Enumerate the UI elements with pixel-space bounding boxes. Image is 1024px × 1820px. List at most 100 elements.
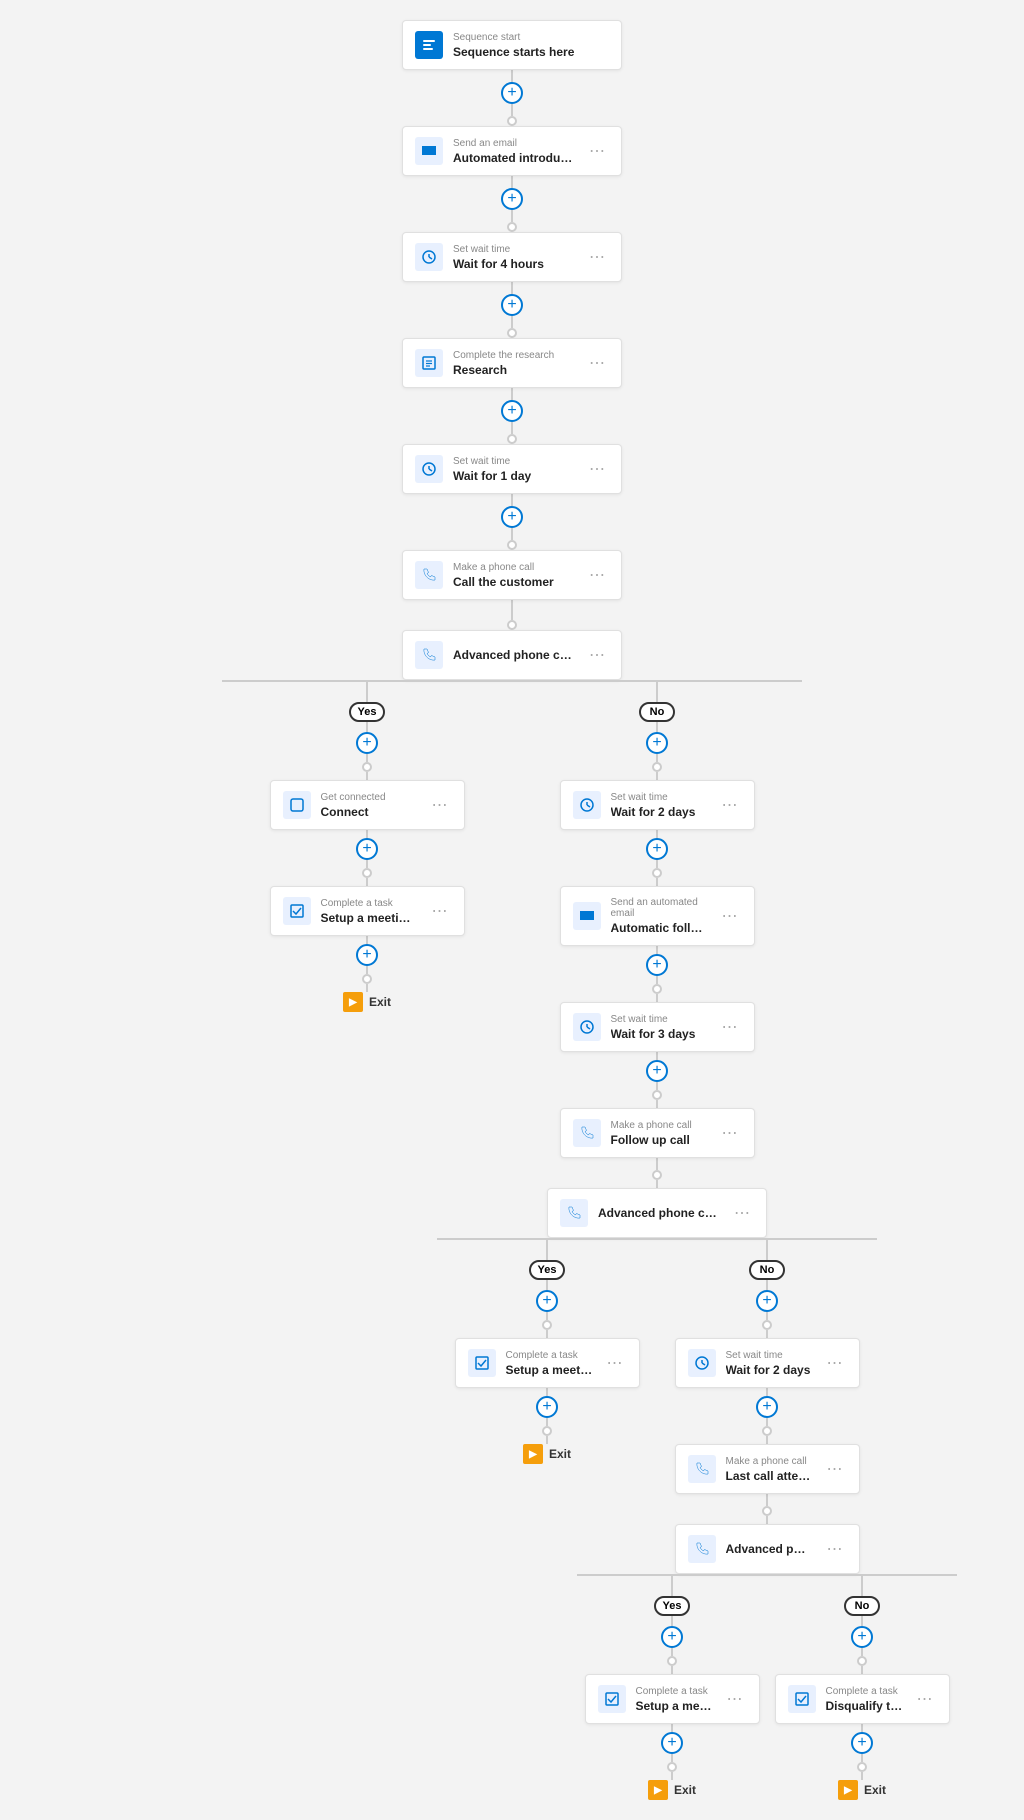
add-btn-2[interactable]: + <box>501 188 523 210</box>
task-setup-2-label: Complete a task <box>506 1350 593 1361</box>
add-btn-3[interactable]: + <box>501 294 523 316</box>
phone-condition-3-card: Advanced phone condition ⋯ <box>675 1524 860 1574</box>
add-btn-1[interactable]: + <box>501 82 523 104</box>
wait-icon-4 <box>573 1013 601 1041</box>
connect-text: Get connected Connect <box>321 792 418 819</box>
connector-2: + <box>501 176 523 232</box>
add-btn-yes-1b[interactable]: + <box>356 838 378 860</box>
auto-follow-email-menu[interactable]: ⋯ <box>718 904 742 928</box>
no-label-3: No <box>844 1596 880 1616</box>
wait-2d-2-card: Set wait time Wait for 2 days ⋯ <box>675 1338 860 1388</box>
auto-follow-email-label: Send an automated email <box>611 897 708 919</box>
branch-2-row: Yes + C <box>437 1240 877 1800</box>
wait-icon-5 <box>688 1349 716 1377</box>
add-btn-yes-1c[interactable]: + <box>356 944 378 966</box>
wait-2d-2-text: Set wait time Wait for 2 days <box>726 1350 813 1377</box>
wait-4h-card: Set wait time Wait for 4 hours ⋯ <box>402 232 622 282</box>
wait-2d-1-menu[interactable]: ⋯ <box>718 793 742 817</box>
wait-2d-1-title: Wait for 2 days <box>611 805 708 819</box>
add-btn-yes-3b[interactable]: + <box>661 1732 683 1754</box>
task-setup-2-card: Complete a task Setup a meeting and move… <box>455 1338 640 1388</box>
research-icon <box>415 349 443 377</box>
phone-condition-2-card: Advanced phone condition ⋯ <box>547 1188 767 1238</box>
phone-call-3-label: Make a phone call <box>726 1456 813 1467</box>
add-btn-no-1[interactable]: + <box>646 732 668 754</box>
phone-call-1-menu[interactable]: ⋯ <box>585 563 609 587</box>
task-setup-3-title: Setup a meeting and move to the next s..… <box>636 1699 713 1713</box>
phone-condition-3-menu[interactable]: ⋯ <box>823 1537 847 1561</box>
add-btn-5[interactable]: + <box>501 506 523 528</box>
wait-1d-menu[interactable]: ⋯ <box>585 457 609 481</box>
phone-call-1-title: Call the customer <box>453 575 575 589</box>
condition-icon-3 <box>688 1535 716 1563</box>
add-btn-yes-2[interactable]: + <box>536 1290 558 1312</box>
wait-2d-2-menu[interactable]: ⋯ <box>823 1351 847 1375</box>
sequence-start-text: Sequence start Sequence starts here <box>453 32 609 59</box>
task-setup-1-menu[interactable]: ⋯ <box>428 899 452 923</box>
add-btn-no-3b[interactable]: + <box>851 1732 873 1754</box>
condition-icon-2 <box>560 1199 588 1227</box>
add-btn-4[interactable]: + <box>501 400 523 422</box>
yes-label-3: Yes <box>654 1596 690 1616</box>
task-disqualify-card: Complete a task Disqualify the lead ⋯ <box>775 1674 950 1724</box>
phone-call-2-menu[interactable]: ⋯ <box>718 1121 742 1145</box>
exit-3-label: Exit <box>674 1783 696 1797</box>
connect-card: Get connected Connect ⋯ <box>270 780 465 830</box>
phone-call-1-text: Make a phone call Call the customer <box>453 562 575 589</box>
add-btn-no-2b[interactable]: + <box>756 1396 778 1418</box>
task-setup-3-label: Complete a task <box>636 1686 713 1697</box>
wait-2d-2-title: Wait for 2 days <box>726 1363 813 1377</box>
auto-email-icon <box>573 902 601 930</box>
exit-icon-3: ▶ <box>648 1780 668 1800</box>
wait-4h-text: Set wait time Wait for 4 hours <box>453 244 575 271</box>
wait-3d-label: Set wait time <box>611 1014 708 1025</box>
add-btn-yes-2b[interactable]: + <box>536 1396 558 1418</box>
add-btn-no-2[interactable]: + <box>756 1290 778 1312</box>
email-icon <box>415 137 443 165</box>
task-setup-2-menu[interactable]: ⋯ <box>603 1351 627 1375</box>
send-email-1-menu[interactable]: ⋯ <box>585 139 609 163</box>
task-setup-2-title: Setup a meeting and move to the next s..… <box>506 1363 593 1377</box>
wait-1d-label: Set wait time <box>453 456 575 467</box>
phone-call-3-title: Last call attempt <box>726 1469 813 1483</box>
connect-icon <box>283 791 311 819</box>
research-text: Complete the research Research <box>453 350 575 377</box>
phone-call-1-label: Make a phone call <box>453 562 575 573</box>
wait-2d-1-card: Set wait time Wait for 2 days ⋯ <box>560 780 755 830</box>
phone-icon-2 <box>573 1119 601 1147</box>
add-btn-no-3[interactable]: + <box>851 1626 873 1648</box>
exit-2-label: Exit <box>549 1447 571 1461</box>
add-btn-yes-1[interactable]: + <box>356 732 378 754</box>
task-disqualify-menu[interactable]: ⋯ <box>913 1687 937 1711</box>
wait-3d-menu[interactable]: ⋯ <box>718 1015 742 1039</box>
connect-menu[interactable]: ⋯ <box>428 793 452 817</box>
branch-no-3: No + <box>767 1576 957 1800</box>
exit-icon-4: ▶ <box>838 1780 858 1800</box>
send-email-1-title: Automated introductory email <box>453 151 575 165</box>
exit-3: ▶ Exit <box>648 1780 696 1800</box>
condition-icon-1 <box>415 641 443 669</box>
add-btn-no-1c[interactable]: + <box>646 954 668 976</box>
phone-condition-2-menu[interactable]: ⋯ <box>730 1201 754 1225</box>
auto-follow-email-text: Send an automated email Automatic follow… <box>611 897 708 935</box>
auto-follow-email-title: Automatic follow up email <box>611 921 708 935</box>
add-btn-no-1b[interactable]: + <box>646 838 668 860</box>
yes-label-1: Yes <box>349 702 385 722</box>
phone-call-3-menu[interactable]: ⋯ <box>823 1457 847 1481</box>
research-menu[interactable]: ⋯ <box>585 351 609 375</box>
task-setup-3-menu[interactable]: ⋯ <box>723 1687 747 1711</box>
wait-4h-menu[interactable]: ⋯ <box>585 245 609 269</box>
sequence-start-card: Sequence start Sequence starts here <box>402 20 622 70</box>
connector-3: + <box>501 282 523 338</box>
phone-condition-1-menu[interactable]: ⋯ <box>585 643 609 667</box>
wait-2d-1-text: Set wait time Wait for 2 days <box>611 792 708 819</box>
wait-3d-title: Wait for 3 days <box>611 1027 708 1041</box>
exit-icon-2: ▶ <box>523 1444 543 1464</box>
wait-1d-card: Set wait time Wait for 1 day ⋯ <box>402 444 622 494</box>
task-setup-1-label: Complete a task <box>321 898 418 909</box>
sequence-icon <box>415 31 443 59</box>
add-btn-yes-3[interactable]: + <box>661 1626 683 1648</box>
research-card: Complete the research Research ⋯ <box>402 338 622 388</box>
add-btn-no-1d[interactable]: + <box>646 1060 668 1082</box>
branch-1-row: Yes + Get connected Connect <box>222 682 802 1800</box>
